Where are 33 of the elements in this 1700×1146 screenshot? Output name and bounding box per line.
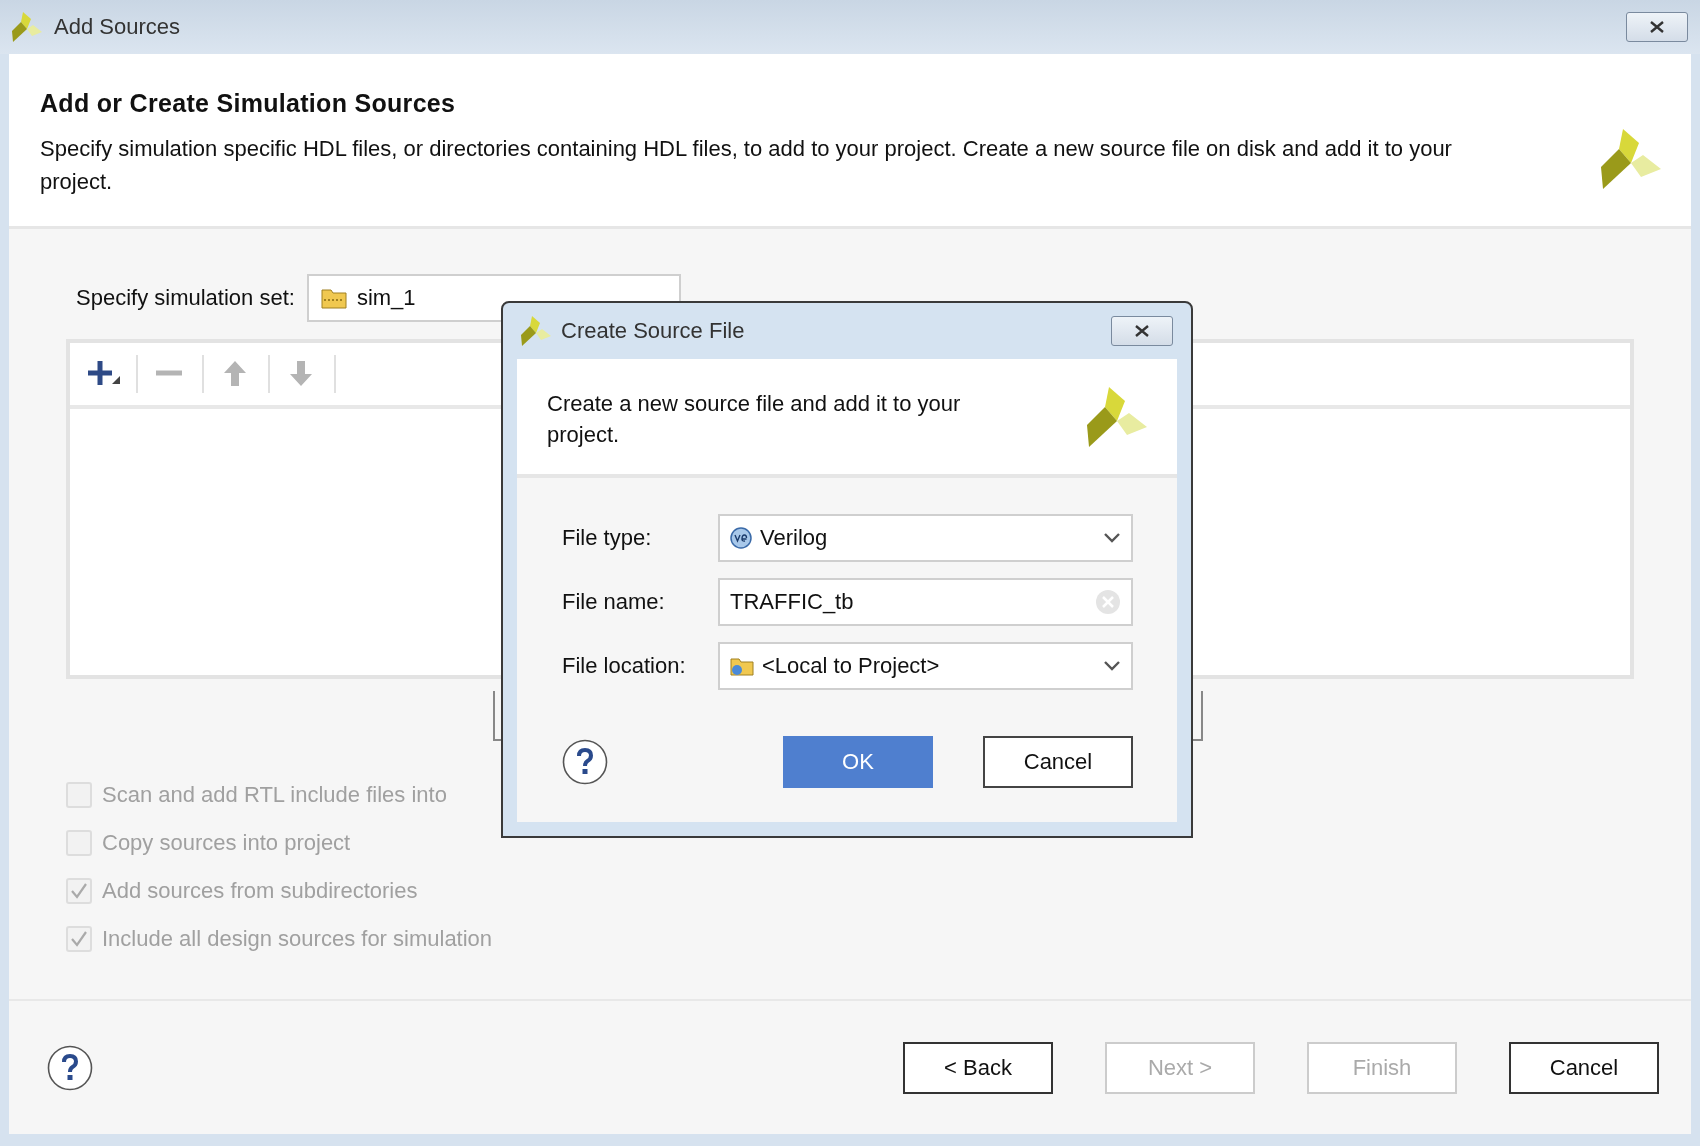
ok-button[interactable]: OK [783,736,933,788]
checkbox-label: Include all design sources for simulation [102,926,493,952]
dialog-description: Create a new source file and add it to your project. [547,389,962,449]
window-title: Add Sources [54,14,181,40]
language-badge-icon [730,527,752,549]
simulation-set-label: Specify simulation set: [76,285,295,311]
logo-icon [521,316,551,346]
page-heading: Add or Create Simulation Sources [40,89,457,118]
logo-icon [1087,386,1147,447]
input-field[interactable]: TRAFFIC_tb [718,578,1133,626]
dropdown[interactable]: Verilog [718,514,1133,562]
folder-icon [730,655,754,677]
dropdown[interactable]: <Local to Project> [718,642,1133,690]
close-button[interactable] [1111,316,1173,346]
chevron-down-icon [1103,532,1121,544]
field-label: File location: [562,653,687,679]
help-icon[interactable] [562,739,608,785]
chevron-down-icon [1103,660,1121,672]
checkbox-label: Copy sources into project [102,830,351,856]
logo-icon [1601,129,1661,189]
cancel-button[interactable]: Cancel [983,736,1133,788]
field-label: File type: [562,525,653,551]
checkbox-label: Scan and add RTL include files into [102,782,447,808]
logo-icon [12,12,42,42]
wizard-button[interactable]: Cancel [1509,1041,1659,1094]
folder-icon [320,287,347,309]
wizard-button[interactable]: < Back [903,1041,1053,1094]
page-description: Specify simulation specific HDL files, or directories containing HDL files, to add to your project. Create a new source file on disk and add it to your project. [40,135,1453,196]
checkbox-label: Add sources from subdirectories [102,878,418,904]
clear-icon[interactable] [1095,589,1121,615]
field-label: File name: [562,589,666,615]
close-button[interactable] [1626,12,1688,42]
help-icon[interactable] [47,1044,93,1091]
